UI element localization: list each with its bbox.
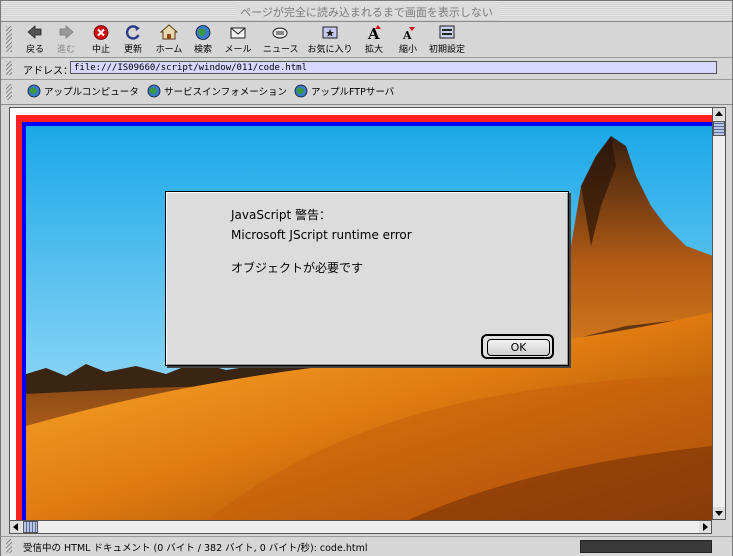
favorites-button[interactable]: お気に入り bbox=[307, 24, 353, 55]
favorites-label: お気に入り bbox=[307, 45, 353, 55]
favorite-label: アップルコンピュータ bbox=[44, 87, 139, 98]
back-button[interactable]: 戻る bbox=[23, 24, 47, 55]
mail-label: メール bbox=[224, 45, 252, 55]
stop-label: 中止 bbox=[91, 45, 110, 55]
search-label: 検索 bbox=[193, 45, 212, 55]
toolbar-grip[interactable] bbox=[6, 26, 12, 52]
text-larger-label: 拡大 bbox=[364, 45, 383, 55]
browser-window: ページが完全に読み込まれるまで画面を表示しない 戻る 進む 中止 更新 ホーム … bbox=[0, 0, 733, 556]
scrollbar-corner bbox=[712, 520, 726, 534]
mail-button[interactable]: メール bbox=[223, 24, 253, 55]
mail-icon bbox=[230, 27, 246, 39]
svg-text:A: A bbox=[402, 29, 412, 41]
home-label: ホーム bbox=[155, 45, 183, 55]
refresh-button[interactable]: 更新 bbox=[121, 24, 145, 55]
back-arrow-icon bbox=[27, 25, 42, 39]
preferences-button[interactable]: 初期設定 bbox=[427, 24, 467, 55]
arrow-down-icon bbox=[715, 511, 723, 516]
forward-button[interactable]: 進む bbox=[54, 24, 78, 55]
text-smaller-label: 縮小 bbox=[398, 45, 417, 55]
status-text: 受信中の HTML ドキュメント (0 バイト / 382 バイト, 0 バイト… bbox=[23, 543, 368, 554]
status-bar: 受信中の HTML ドキュメント (0 バイト / 382 バイト, 0 バイト… bbox=[1, 536, 732, 556]
favorites-bar: アップルコンピュータ サービスインフォメーション アップルFTPサーバ bbox=[1, 80, 732, 105]
title-bar[interactable]: ページが完全に読み込まれるまで画面を表示しない bbox=[1, 1, 732, 22]
preferences-label: 初期設定 bbox=[428, 45, 465, 55]
news-icon bbox=[272, 27, 288, 39]
address-grip[interactable] bbox=[6, 61, 12, 75]
vertical-scroll-thumb[interactable] bbox=[713, 121, 725, 136]
text-larger-icon: A bbox=[367, 25, 381, 41]
horizontal-scroll-thumb[interactable] bbox=[23, 521, 38, 533]
scroll-up-button[interactable] bbox=[713, 108, 725, 120]
favorite-label: サービスインフォメーション bbox=[164, 87, 288, 98]
favorite-apple-computer[interactable]: アップルコンピュータ bbox=[27, 84, 139, 98]
dialog-title: JavaScript 警告： bbox=[231, 208, 331, 222]
scroll-down-button[interactable] bbox=[713, 507, 725, 519]
favorite-service-info[interactable]: サービスインフォメーション bbox=[147, 84, 287, 98]
url-field[interactable]: file:///IS09660/script/window/011/code.h… bbox=[70, 61, 717, 74]
dialog-message: オブジェクトが必要です bbox=[231, 261, 364, 275]
news-label: ニュース bbox=[263, 45, 299, 55]
javascript-alert-dialog: JavaScript 警告： Microsoft JScript runtime… bbox=[165, 191, 569, 366]
favorites-icon bbox=[322, 26, 338, 39]
scroll-left-button[interactable] bbox=[10, 521, 22, 533]
stop-icon bbox=[93, 25, 109, 40]
favorite-apple-ftp[interactable]: アップルFTPサーバ bbox=[294, 84, 394, 98]
back-label: 戻る bbox=[25, 45, 44, 55]
toolbar: 戻る 進む 中止 更新 ホーム 検索 メール ニュース お気に入り A 拡大 A… bbox=[1, 22, 732, 58]
progress-bar bbox=[580, 540, 712, 553]
forward-arrow-icon bbox=[59, 25, 74, 39]
address-bar: アドレス： file:///IS09660/script/window/011/… bbox=[1, 58, 732, 80]
horizontal-scrollbar[interactable] bbox=[9, 520, 712, 534]
text-smaller-button[interactable]: A 縮小 bbox=[397, 24, 419, 55]
address-label: アドレス： bbox=[23, 66, 73, 77]
window-title: ページが完全に読み込まれるまで画面を表示しない bbox=[234, 4, 499, 20]
globe-icon bbox=[147, 84, 161, 98]
stop-button[interactable]: 中止 bbox=[89, 24, 113, 55]
ok-button-label: OK bbox=[487, 339, 550, 356]
home-button[interactable]: ホーム bbox=[153, 24, 185, 55]
arrow-left-icon bbox=[13, 523, 18, 531]
search-globe-icon bbox=[195, 25, 211, 40]
text-larger-button[interactable]: A 拡大 bbox=[363, 24, 385, 55]
news-button[interactable]: ニュース bbox=[263, 24, 299, 55]
ok-button[interactable]: OK bbox=[481, 334, 554, 359]
globe-icon bbox=[294, 84, 308, 98]
dialog-error-text: Microsoft JScript runtime error bbox=[231, 228, 412, 242]
arrow-up-icon bbox=[715, 111, 723, 116]
forward-label: 進む bbox=[56, 45, 75, 55]
arrow-right-icon bbox=[703, 523, 708, 531]
search-button[interactable]: 検索 bbox=[191, 24, 215, 55]
home-icon bbox=[160, 24, 178, 40]
globe-icon bbox=[27, 84, 41, 98]
favorites-grip[interactable] bbox=[6, 84, 12, 100]
refresh-label: 更新 bbox=[123, 45, 142, 55]
favorite-label: アップルFTPサーバ bbox=[311, 87, 395, 98]
preferences-icon bbox=[439, 25, 455, 39]
scroll-right-button[interactable] bbox=[699, 521, 711, 533]
text-smaller-icon: A bbox=[402, 27, 415, 41]
vertical-scrollbar[interactable] bbox=[712, 107, 726, 520]
refresh-icon bbox=[125, 25, 140, 40]
status-grip bbox=[6, 539, 12, 553]
